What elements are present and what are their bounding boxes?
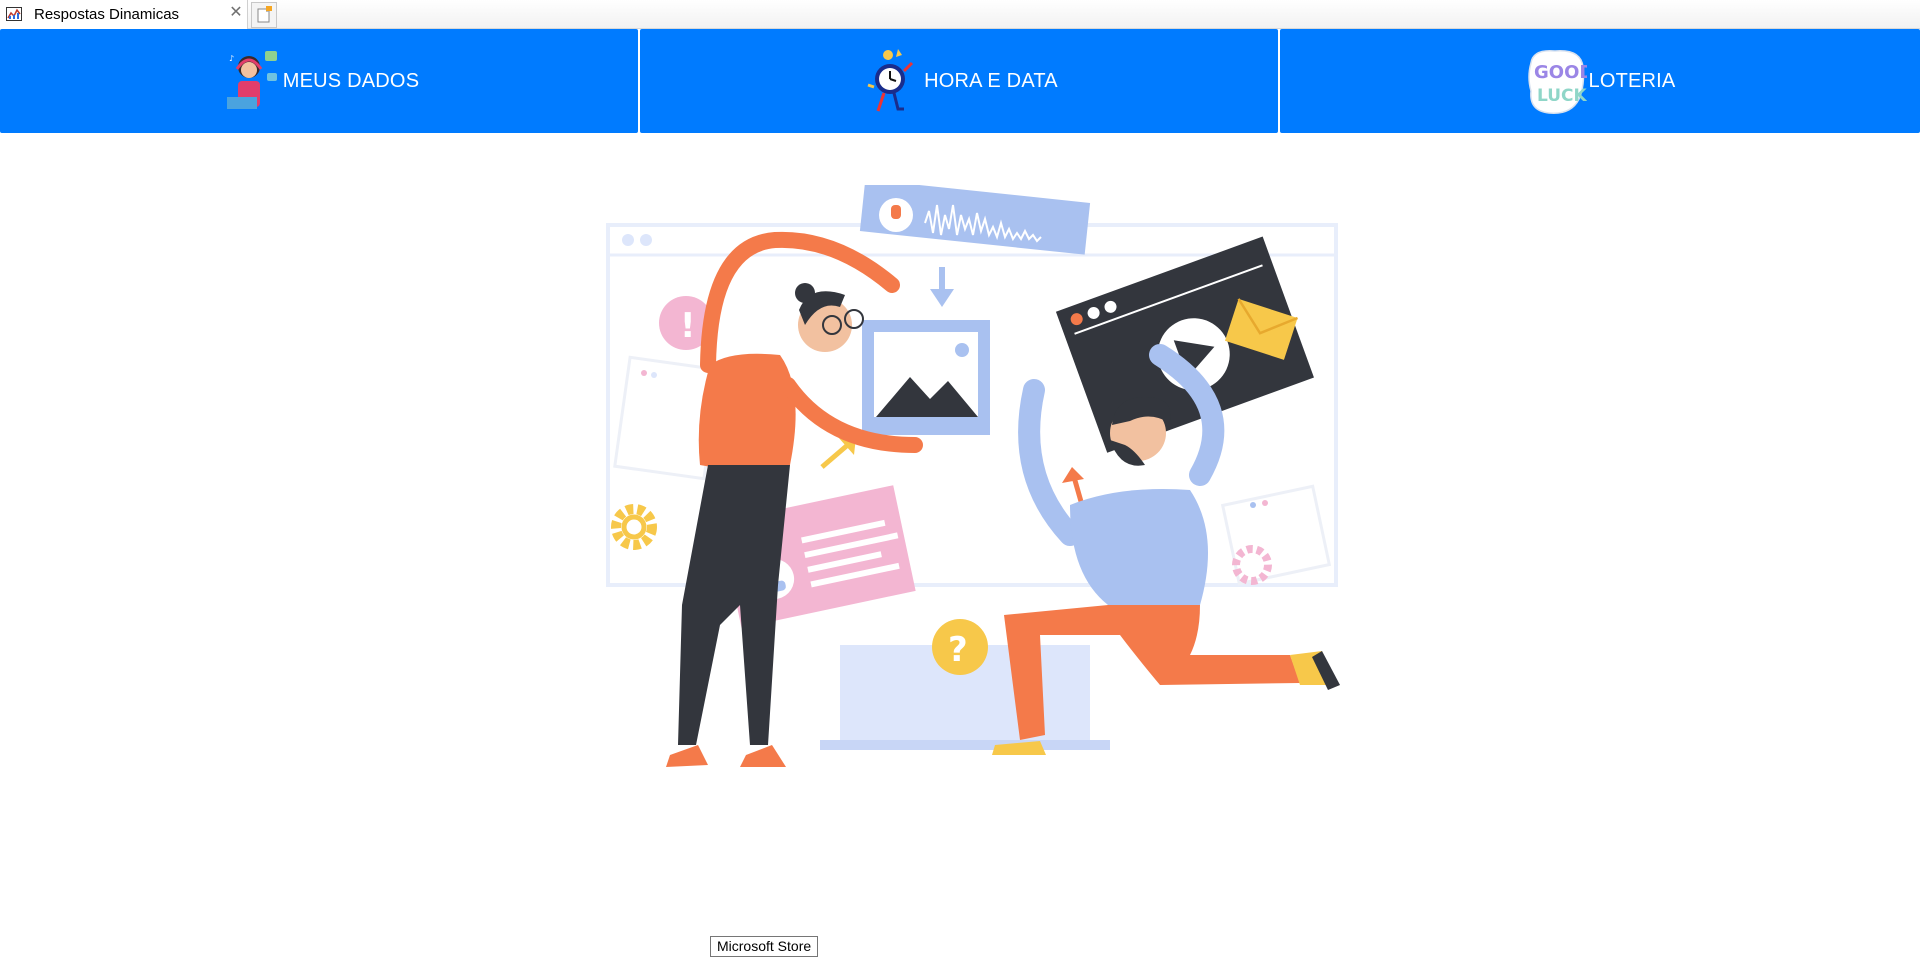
hora-e-data-label: HORA E DATA [924,69,1058,92]
sticker-text-good: GOOD [1534,62,1587,83]
svg-text:!: ! [680,306,696,346]
sticker-text-luck: LUCK [1537,86,1587,106]
svg-text:?: ? [948,630,968,670]
tab-respostas-dinamicas[interactable]: Respostas Dinamicas ✕ [0,0,248,29]
hora-e-data-button[interactable]: HORA E DATA [640,29,1278,133]
meus-dados-button[interactable]: ♪ MEUS DADOS [0,29,638,133]
new-tab-icon [257,6,272,23]
running-clock-icon [867,49,914,112]
team-collaboration-illustration: ! ? [606,185,1340,767]
app-chart-icon [6,7,22,21]
close-icon[interactable]: ✕ [228,4,244,22]
meus-dados-label: MEUS DADOS [282,69,420,92]
loteria-label: LOTERIA [1588,69,1676,92]
microsoft-store-tooltip: Microsoft Store [710,936,819,957]
main-nav: ♪ MEUS DADOS HORA E DATA GOOD LUCK LOTER… [0,29,1920,133]
tab-strip: Respostas Dinamicas ✕ [0,0,1920,29]
new-tab-button[interactable] [251,2,277,28]
svg-text:♪: ♪ [229,54,234,63]
tab-title: Respostas Dinamicas [34,6,180,23]
loteria-button[interactable]: GOOD LUCK LOTERIA [1280,29,1920,133]
person-headset-icon: ♪ [226,51,277,109]
good-luck-sticker-icon: GOOD LUCK [1527,50,1587,114]
